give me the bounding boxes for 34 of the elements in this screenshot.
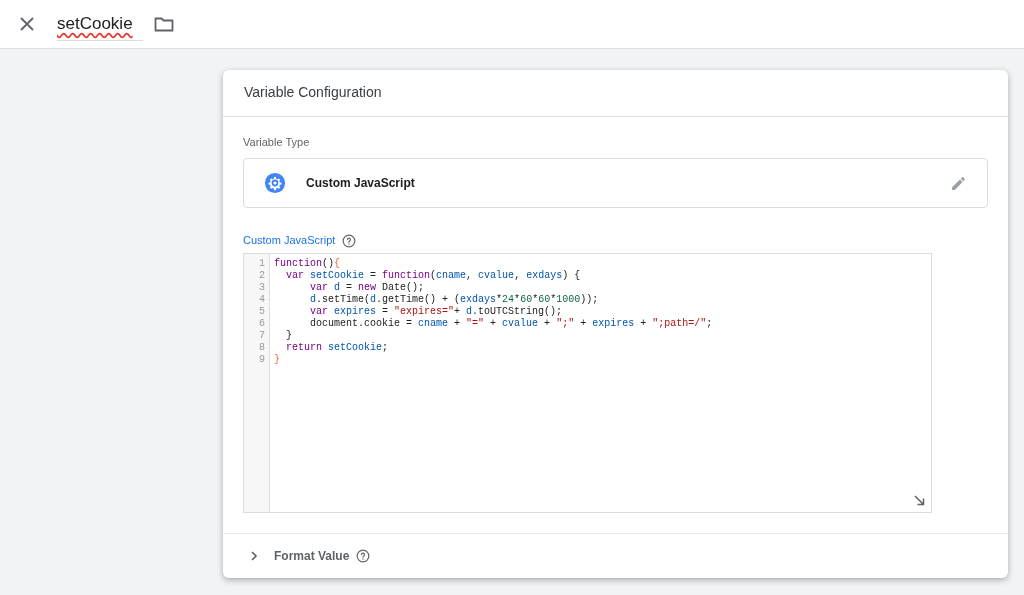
line-number: 6 — [259, 318, 265, 330]
code-line: function(){ — [274, 258, 341, 270]
line-number: 1 — [259, 258, 265, 270]
section-title: Format Value — [274, 548, 350, 565]
folder-icon — [154, 16, 174, 32]
help-icon[interactable] — [342, 233, 357, 248]
code-line: var setCookie = function(cname, cvalue, exdays) { — [285, 270, 581, 282]
code-line: var expires = "expires="+ d.toUTCString(); — [309, 306, 563, 318]
line-number: 4 — [259, 294, 265, 306]
code-line: } — [274, 354, 280, 366]
card-title: Variable Configuration — [244, 83, 382, 103]
code-line: d.setTime(d.getTime() + (exdays*24*60*60*1000)); — [309, 294, 599, 306]
name-field[interactable]: setCookie — [57, 11, 143, 41]
line-number: 7 — [259, 330, 265, 342]
line-number: 9 — [259, 354, 265, 366]
line-number: 2 — [259, 270, 265, 282]
variable-type-name: Custom JavaScript — [306, 175, 415, 193]
code-line: document.cookie = cname + "=" + cvalue + ";" + expires + ";path=/"; — [309, 318, 713, 330]
resize-handle-icon[interactable] — [914, 495, 925, 506]
close-icon — [20, 17, 34, 31]
gear-icon — [264, 172, 286, 195]
field-label: Custom JavaScript — [243, 233, 336, 249]
line-number: 5 — [259, 306, 265, 318]
line-number: 8 — [259, 342, 265, 354]
variable-type-card[interactable]: Custom JavaScript — [243, 158, 988, 209]
line-number: 3 — [259, 282, 265, 294]
section-label: Variable Type — [243, 135, 311, 150]
code-line: return setCookie; — [285, 342, 389, 354]
help-icon[interactable] — [356, 549, 371, 563]
code-line: } — [285, 330, 292, 342]
pencil-icon[interactable] — [950, 175, 967, 192]
code-line: var d = new Date(); — [309, 282, 425, 294]
chevron-icon — [250, 551, 258, 561]
expand-toggle[interactable] — [250, 551, 260, 561]
